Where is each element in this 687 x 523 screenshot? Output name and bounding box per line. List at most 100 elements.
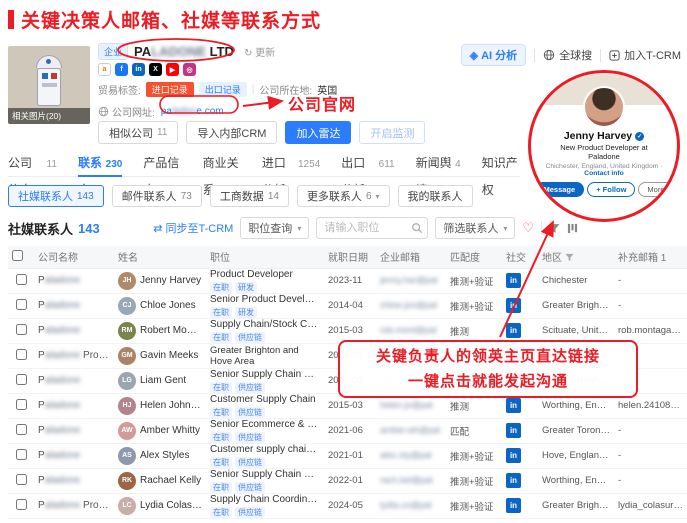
row-checkbox[interactable]	[16, 299, 27, 310]
job-tag: 在职	[210, 282, 232, 293]
company-email-cell: rach.kel@pal	[376, 468, 446, 493]
contact-name[interactable]: Chloe Jones	[140, 300, 196, 311]
tab-company-info[interactable]: 公司信息11	[8, 150, 57, 177]
row-select-cell	[8, 468, 34, 493]
monitor-button[interactable]: 开启监测	[359, 121, 425, 144]
email-masked: rach.kel@pal	[380, 475, 433, 485]
instagram-icon[interactable]: ◎	[183, 63, 196, 76]
website-label: 公司网址:	[112, 104, 155, 119]
more-button[interactable]: More	[638, 182, 673, 197]
column-settings-icon[interactable]	[567, 223, 578, 234]
contact-name[interactable]: Amber Whitty	[140, 425, 200, 436]
global-search-button[interactable]: 全球搜	[543, 47, 592, 63]
chip-social-contacts[interactable]: 社媒联系人143	[8, 185, 104, 207]
contact-name[interactable]: Liam Gent	[140, 375, 186, 386]
tab-news[interactable]: 新闻舆情4	[416, 150, 461, 177]
job-title: Product Developer	[210, 269, 320, 281]
filter-funnel-icon[interactable]	[549, 223, 560, 234]
contact-name[interactable]: Helen Johnstone	[140, 400, 202, 411]
youtube-icon[interactable]: ▶	[166, 63, 179, 76]
email-masked: rob.mont@pal	[380, 325, 437, 335]
favorite-icon[interactable]: ♡	[522, 220, 534, 236]
tab-products[interactable]: 产品信息	[143, 150, 181, 177]
follow-button[interactable]: + Follow	[587, 182, 635, 197]
contact-info-link[interactable]: Contact info	[584, 170, 624, 177]
contact-name[interactable]: Lydia Colasurdo	[140, 500, 202, 511]
contact-name-cell[interactable]: LGLiam Gent	[114, 368, 206, 393]
contact-name-cell[interactable]: RKRachael Kelly	[114, 468, 206, 493]
row-checkbox[interactable]	[16, 399, 27, 410]
company-masked: aladone	[45, 475, 81, 486]
filter-contacts-dropdown[interactable]: 筛选联系人▾	[435, 217, 515, 239]
table-row: PaladoneJHJenny HarveyProduct Developer在…	[8, 268, 687, 293]
contact-name-cell[interactable]: ASAlex Styles	[114, 443, 206, 468]
tab-export-analysis[interactable]: 出口分析611	[341, 150, 394, 177]
contact-name-cell[interactable]: HJHelen Johnstone	[114, 393, 206, 418]
sync-tcrm-button[interactable]: ⇄ 同步至T-CRM	[153, 220, 233, 236]
contact-name-cell[interactable]: JHJenny Harvey	[114, 268, 206, 293]
row-select-cell	[8, 268, 34, 293]
column-header: 地区	[538, 246, 614, 268]
chip-my-contacts[interactable]: 我的联系人	[398, 185, 473, 207]
amazon-icon[interactable]: a	[98, 63, 111, 76]
position-dropdown[interactable]: 职位查询▾	[240, 217, 309, 239]
contact-name-cell[interactable]: RMRobert Monta...	[114, 318, 206, 343]
job-title: Customer supply chain coordinator	[210, 444, 320, 456]
social-cell: in	[502, 418, 538, 443]
row-checkbox[interactable]	[16, 324, 27, 335]
row-checkbox[interactable]	[16, 374, 27, 385]
tab-business-relations[interactable]: 商业关系	[203, 150, 241, 177]
chip-email-contacts[interactable]: 邮件联系人73	[112, 185, 202, 207]
similar-companies-button[interactable]: 相似公司11	[98, 121, 178, 144]
company-website-link[interactable]: paladone.com	[161, 106, 224, 117]
row-checkbox[interactable]	[16, 424, 27, 435]
social-cell: in	[502, 468, 538, 493]
row-checkbox[interactable]	[16, 274, 27, 285]
contact-name-cell[interactable]: GMGavin Meeks	[114, 343, 206, 368]
filter-funnel-icon[interactable]	[565, 253, 574, 262]
row-checkbox[interactable]	[16, 349, 27, 360]
x-icon[interactable]: X	[149, 63, 162, 76]
row-checkbox[interactable]	[16, 499, 27, 510]
tab-contacts[interactable]: 联系人230	[78, 150, 122, 177]
join-radar-button[interactable]: 加入雷达	[285, 121, 351, 144]
contact-name[interactable]: Rachael Kelly	[140, 475, 201, 486]
linkedin-icon[interactable]: in	[506, 423, 521, 438]
refresh-button[interactable]: ↻ 更新	[244, 44, 275, 59]
job-title: Greater Brighton and Hove Area	[210, 345, 320, 367]
linkedin-icon[interactable]: in	[506, 448, 521, 463]
linkedin-icon[interactable]: in	[506, 323, 521, 338]
linkedin-icon[interactable]: in	[132, 63, 145, 76]
annotation-box: 关键负责人的领英主页直达链接 一键点击就能发起沟通	[338, 340, 638, 398]
company-photo[interactable]: 相关图片(20)	[8, 46, 90, 124]
facebook-icon[interactable]: f	[115, 63, 128, 76]
contact-name[interactable]: Jenny Harvey	[140, 275, 201, 286]
linkedin-icon[interactable]: in	[506, 398, 521, 413]
linkedin-icon[interactable]: in	[506, 473, 521, 488]
contact-name-cell[interactable]: AWAmber Whitty	[114, 418, 206, 443]
job-tag: 在职	[210, 482, 232, 493]
contact-name-cell[interactable]: LCLydia Colasurdo	[114, 493, 206, 518]
import-crm-button[interactable]: 导入内部CRM	[186, 121, 277, 144]
row-checkbox[interactable]	[16, 449, 27, 460]
contact-name[interactable]: Alex Styles	[140, 450, 189, 461]
contact-name[interactable]: Gavin Meeks	[140, 350, 198, 361]
chip-more-contacts[interactable]: 更多联系人6▾	[297, 185, 390, 207]
job-tag: 供应链	[235, 382, 265, 393]
chip-business-data[interactable]: 工商数据14	[210, 185, 289, 207]
job-tags: 在职供应链	[210, 432, 320, 443]
linkedin-icon[interactable]: in	[506, 273, 521, 288]
message-button[interactable]: Message	[535, 182, 585, 197]
contact-name[interactable]: Robert Monta...	[140, 325, 202, 336]
select-all-checkbox[interactable]	[12, 250, 23, 261]
company-cell: Paladone	[34, 293, 114, 318]
company-masked: aladone	[45, 500, 81, 511]
join-tcrm-button[interactable]: 加入T-CRM	[609, 47, 681, 63]
tab-import-analysis[interactable]: 进口分析1254	[262, 150, 320, 177]
company-cell: Paladone	[34, 468, 114, 493]
row-checkbox[interactable]	[16, 474, 27, 485]
contact-name-cell[interactable]: CJChloe Jones	[114, 293, 206, 318]
linkedin-icon[interactable]: in	[506, 498, 521, 513]
tab-ip[interactable]: 知识产权	[482, 150, 520, 177]
linkedin-icon[interactable]: in	[506, 298, 521, 313]
